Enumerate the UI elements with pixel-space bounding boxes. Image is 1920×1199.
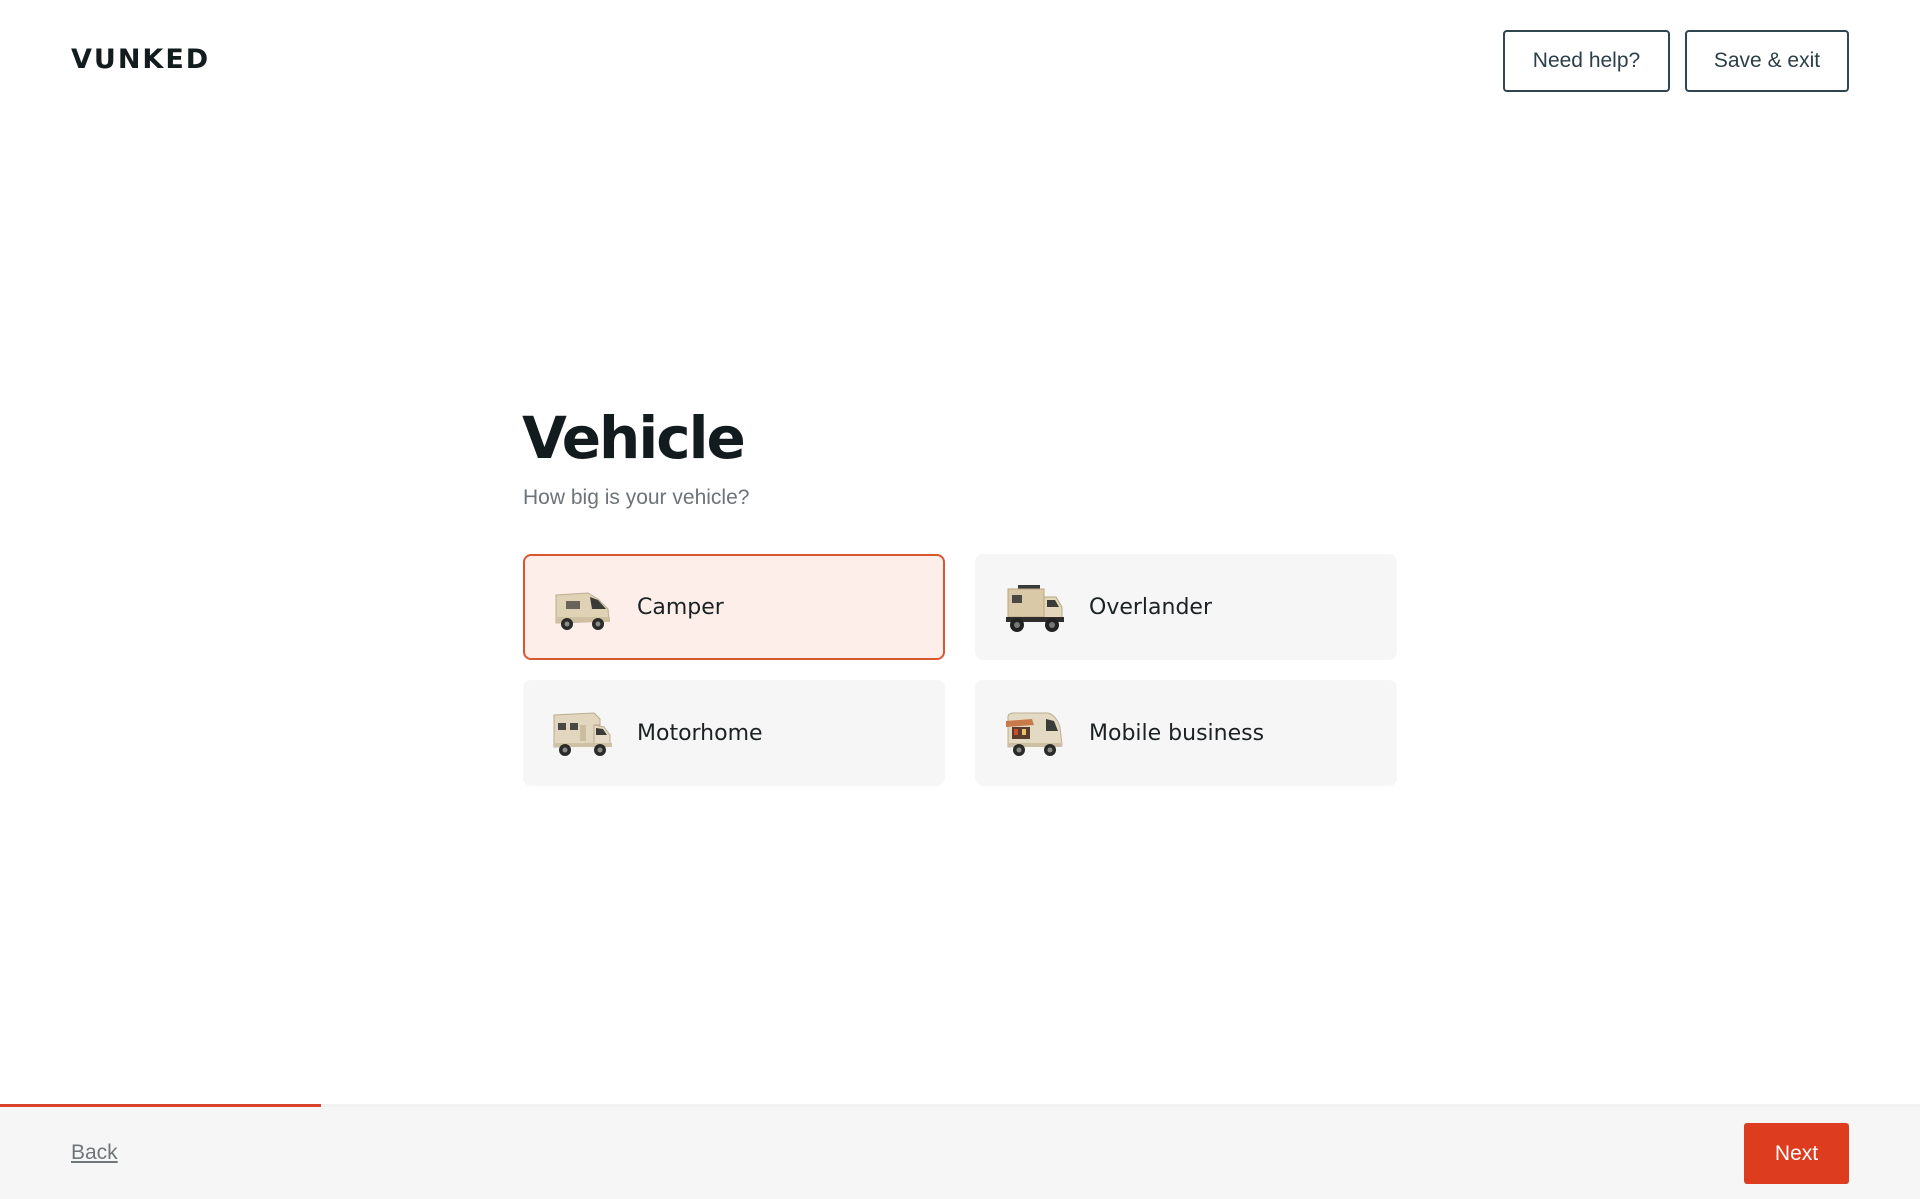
option-label: Mobile business (1089, 720, 1265, 746)
footer-bar (0, 1106, 1920, 1199)
back-link[interactable]: Back (71, 1141, 118, 1165)
camper-van-icon (555, 592, 610, 630)
option-label: Camper (637, 594, 724, 620)
option-overlander[interactable]: Overlander (975, 554, 1397, 660)
progress-fill (0, 1104, 321, 1107)
food-truck-icon (1006, 712, 1063, 756)
need-help-button[interactable]: Need help? (1503, 30, 1670, 92)
page-subtitle: How big is your vehicle? (523, 486, 750, 509)
motorhome-icon (553, 712, 612, 756)
option-label: Motorhome (637, 720, 763, 746)
option-label: Overlander (1089, 594, 1212, 620)
page-title: Vehicle (522, 404, 746, 472)
page: VUNKED Need help? Save & exit Vehicle Ho… (0, 0, 1920, 1199)
overlander-truck-icon (1006, 585, 1064, 632)
option-motorhome[interactable]: Motorhome (523, 680, 945, 786)
progress-bar (0, 1104, 1920, 1107)
save-exit-button[interactable]: Save & exit (1685, 30, 1849, 92)
option-mobile-business[interactable]: Mobile business (975, 680, 1397, 786)
option-camper[interactable]: Camper (523, 554, 945, 660)
next-button[interactable]: Next (1744, 1123, 1849, 1184)
brand-logo[interactable]: VUNKED (71, 44, 210, 75)
